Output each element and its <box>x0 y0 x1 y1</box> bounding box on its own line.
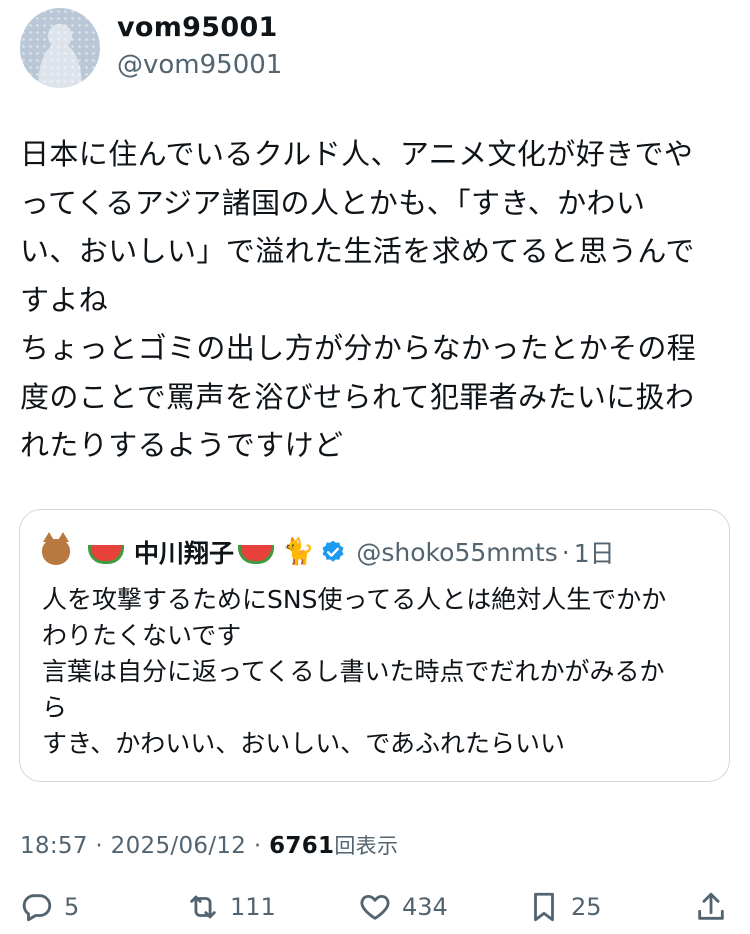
quote-display-name[interactable]: 中川翔子 <box>134 534 234 570</box>
bookmark-icon <box>534 892 554 922</box>
views-count: 6761 <box>269 833 335 859</box>
retweet-count: 111 <box>230 893 276 921</box>
quote-text: 人を攻撃するためにSNS使ってる人とは絶対人生でかか わりたくないです 言葉は自… <box>42 585 667 758</box>
bookmark-count: 25 <box>571 893 602 921</box>
reply-button[interactable]: 5 <box>20 890 79 924</box>
quote-timestamp[interactable]: 1日 <box>574 534 615 570</box>
tweet-metadata: 18:57 · 2025/06/12 · 6761回表示 <box>20 830 398 860</box>
cat-face-icon <box>42 532 70 565</box>
retweet-icon <box>190 895 216 919</box>
retweet-button[interactable]: 111 <box>186 890 276 924</box>
tweet-header: vom95001 @vom95001 <box>20 6 730 88</box>
heart-icon <box>360 894 390 920</box>
avatar[interactable] <box>20 8 100 88</box>
author-display-name[interactable]: vom95001 <box>117 12 278 43</box>
quote-tweet-card[interactable]: 中川翔子 🐈 @shoko55mmts · 1日 人を攻撃するためにSNS使って… <box>19 509 730 782</box>
quote-header: 中川翔子 🐈 @shoko55mmts · 1日 <box>42 532 615 572</box>
share-button[interactable] <box>694 890 728 924</box>
black-cat-icon: 🐈 <box>282 537 315 567</box>
tweet-text: 日本に住んでいるクルド人、アニメ文化が好きでや ってくるアジア諸国の人とかも、「… <box>20 137 697 462</box>
bookmark-button[interactable]: 25 <box>527 890 602 924</box>
tweet-date[interactable]: 2025/06/12 <box>111 833 247 859</box>
action-bar: 5 111 434 25 <box>20 890 732 934</box>
author-handle[interactable]: @vom95001 <box>117 50 282 80</box>
separator-dot: · <box>95 833 104 859</box>
like-count: 434 <box>402 893 448 921</box>
views-label: 回表示 <box>334 834 399 858</box>
separator-dot: · <box>253 833 262 859</box>
share-icon <box>698 892 724 920</box>
watermelon-icon <box>88 544 124 564</box>
separator-dot: · <box>561 537 570 567</box>
tweet-time[interactable]: 18:57 <box>20 833 88 859</box>
watermelon-icon <box>238 544 275 564</box>
reply-count: 5 <box>64 893 80 921</box>
like-button[interactable]: 434 <box>358 890 448 924</box>
reply-icon <box>22 894 52 922</box>
quote-handle[interactable]: @shoko55mmts <box>356 538 557 567</box>
verified-badge-icon <box>322 540 344 562</box>
